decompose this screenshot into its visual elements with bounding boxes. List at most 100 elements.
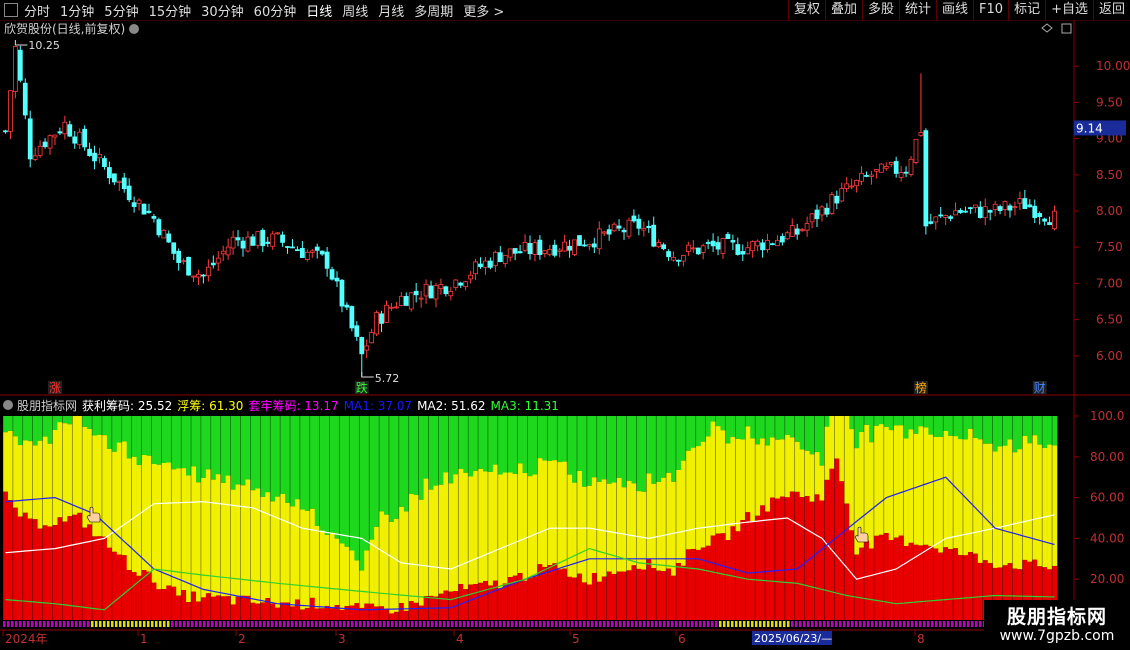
signal-tick (687, 621, 690, 627)
float-bar (121, 441, 128, 556)
profit-bar (700, 547, 706, 620)
trapped-bar (953, 416, 959, 437)
trapped-bar (438, 416, 444, 485)
profit-bar (923, 544, 929, 620)
candle-body (359, 337, 365, 355)
float-bar (671, 481, 677, 576)
candle-body (394, 306, 399, 309)
stock-chart-area[interactable]: 10.009.509.008.508.007.507.006.506.00欣贺股… (0, 0, 1130, 650)
signal-tick (59, 621, 62, 627)
float-bar (52, 429, 58, 526)
float-bar (888, 430, 895, 540)
signal-tick (15, 621, 18, 627)
trapped-bar (755, 416, 761, 445)
trapped-bar (883, 416, 890, 427)
signal-tick (187, 621, 190, 627)
trapped-bar (215, 416, 222, 475)
trapped-bar (928, 416, 934, 435)
profit-bar (314, 608, 320, 620)
float-bar (656, 481, 662, 571)
signal-tick (179, 621, 182, 627)
candle-body (695, 247, 701, 255)
float-bar (136, 464, 142, 576)
trapped-bar (656, 416, 662, 482)
trapped-bar (591, 416, 598, 478)
signal-tick (407, 621, 410, 627)
float-bar (953, 436, 959, 549)
candle-body (191, 275, 196, 278)
candle-body (22, 82, 28, 116)
candle-body (1017, 198, 1023, 204)
signal-tick (471, 621, 474, 627)
trapped-bar (898, 416, 904, 426)
trapped-bar (364, 416, 370, 551)
candle-body (918, 132, 924, 136)
signal-tick (699, 621, 702, 627)
trapped-bar (111, 416, 118, 452)
signal-tick (623, 621, 626, 627)
signal-tick (291, 621, 294, 627)
candle-body (3, 130, 8, 133)
candle-body (364, 345, 370, 351)
trapped-bar (176, 416, 182, 469)
profit-bar (606, 571, 612, 620)
profit-bar (646, 559, 652, 620)
signal-tick (259, 621, 262, 627)
signal-tick (595, 621, 598, 627)
profit-bar (690, 548, 697, 620)
indicator-tick-label: 40.00 (1090, 531, 1124, 545)
profit-bar (87, 524, 93, 620)
signal-tick (527, 621, 530, 627)
trapped-bar (205, 416, 212, 470)
float-bar (57, 422, 63, 518)
float-bar (433, 485, 439, 597)
profit-bar (740, 520, 746, 620)
candle-body (369, 332, 375, 344)
profit-bar (532, 576, 538, 620)
float-bar (1047, 444, 1053, 570)
profit-bar (893, 537, 899, 620)
float-bar (997, 446, 1003, 568)
indicator-item-3: MA1: 37.07 (344, 399, 412, 413)
trapped-bar (675, 416, 682, 470)
signal-tick (147, 621, 150, 627)
float-bar (1012, 452, 1018, 569)
trapped-bar (156, 416, 162, 465)
profit-bar (591, 573, 598, 620)
candle-body (492, 251, 498, 267)
profit-bar (270, 603, 276, 620)
trapped-bar (106, 416, 113, 449)
profit-bar (720, 533, 726, 620)
float-bar (710, 421, 716, 536)
signal-tick (447, 621, 450, 627)
signal-tick (731, 621, 734, 627)
profit-bar (898, 535, 904, 620)
profit-bar (72, 514, 78, 620)
trapped-bar (403, 416, 410, 512)
profit-bar (928, 546, 934, 620)
signal-tick (663, 621, 666, 627)
candle-body (458, 282, 464, 286)
signal-tick (423, 621, 426, 627)
float-bar (680, 460, 687, 566)
profit-bar (601, 576, 607, 620)
profit-bar (943, 547, 949, 620)
float-bar (834, 416, 840, 459)
signal-tick (339, 621, 342, 627)
float-bar (294, 499, 301, 600)
float-bar (329, 532, 335, 609)
float-bar (938, 436, 944, 553)
profit-bar (868, 548, 875, 620)
profit-bar (809, 501, 815, 620)
candle-body (705, 242, 711, 244)
profit-bar (210, 596, 217, 620)
candle-body (641, 228, 647, 231)
float-bar (42, 436, 48, 526)
float-bar (7, 430, 14, 501)
signal-tick (955, 621, 958, 627)
candle-body (770, 243, 775, 246)
profit-bar (393, 611, 400, 620)
profit-bar (586, 584, 593, 620)
candle-body (171, 242, 177, 254)
float-bar (562, 461, 568, 569)
